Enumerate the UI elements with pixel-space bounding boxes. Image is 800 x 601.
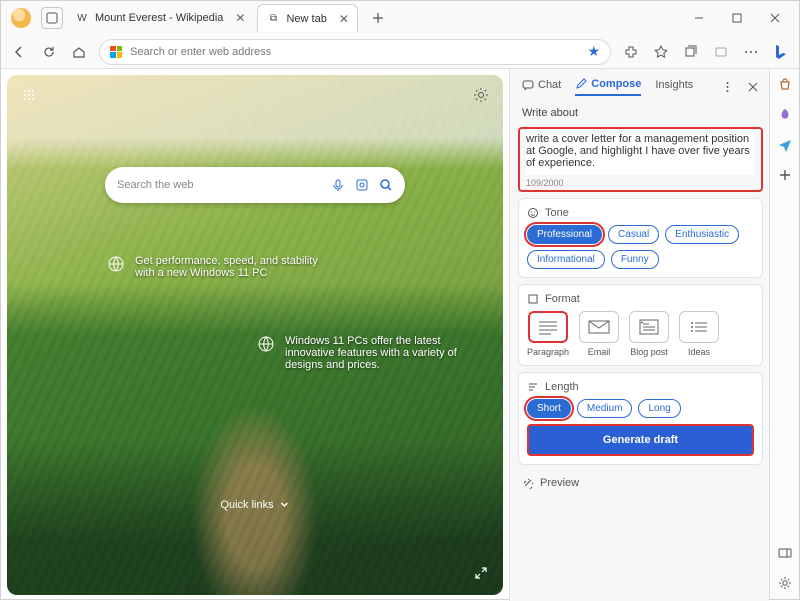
tab-wikipedia[interactable]: W Mount Everest - Wikipedia ✕ — [67, 4, 253, 32]
address-placeholder: Search or enter web address — [130, 46, 271, 58]
search-icon[interactable] — [379, 178, 393, 192]
format-blogpost[interactable]: Blog post — [629, 311, 669, 357]
close-icon[interactable]: ✕ — [235, 11, 245, 25]
format-blogpost-label: Blog post — [630, 347, 668, 357]
rail-settings-icon[interactable] — [777, 575, 793, 591]
tone-enthusiastic[interactable]: Enthusiastic — [665, 225, 739, 244]
length-panel: Length Short Medium Long Generate draft — [518, 372, 763, 465]
promo-card-2[interactable]: Windows 11 PCs offer the latest innovati… — [257, 335, 477, 371]
length-short[interactable]: Short — [527, 399, 571, 418]
screenshot-icon[interactable] — [711, 42, 731, 62]
tone-informational[interactable]: Informational — [527, 250, 605, 269]
promo-text: Get performance, speed, and stability wi… — [135, 255, 337, 279]
quick-links[interactable]: Quick links — [220, 499, 289, 511]
tab-chat[interactable]: Chat — [522, 79, 561, 95]
format-email-label: Email — [588, 347, 611, 357]
generate-draft-button[interactable]: Generate draft — [527, 424, 754, 456]
settings-gear-icon[interactable] — [471, 85, 491, 105]
tab-label: New tab — [286, 13, 326, 25]
write-about-input-wrap: 109/2000 — [518, 127, 763, 192]
write-about-label: Write about — [518, 105, 763, 121]
address-bar[interactable]: Search or enter web address ★ — [99, 39, 611, 65]
new-tab-button[interactable] — [368, 8, 388, 28]
format-label: Format — [545, 293, 580, 305]
close-window-button[interactable] — [761, 6, 789, 30]
profile-avatar[interactable] — [11, 8, 31, 28]
tone-label: Tone — [545, 207, 569, 219]
microsoft-icon — [110, 46, 122, 58]
tab-label: Mount Everest - Wikipedia — [95, 12, 223, 24]
format-paragraph[interactable]: Paragraph — [527, 311, 569, 357]
maximize-button[interactable] — [723, 6, 751, 30]
format-paragraph-label: Paragraph — [527, 347, 569, 357]
rail-panel-icon[interactable] — [777, 545, 793, 561]
tab-chat-label: Chat — [538, 79, 561, 91]
chevron-down-icon — [280, 500, 290, 510]
back-button[interactable] — [9, 42, 29, 62]
extensions-icon[interactable] — [621, 42, 641, 62]
length-medium[interactable]: Medium — [577, 399, 633, 418]
home-button[interactable] — [69, 42, 89, 62]
ntp-search-box[interactable]: Search the web — [105, 167, 405, 203]
globe-icon — [107, 255, 125, 273]
globe-icon — [257, 335, 275, 353]
tab-actions-button[interactable] — [41, 7, 63, 29]
sidebar-tabs: Chat Compose Insights — [518, 75, 763, 99]
newtab-favicon: ⧉ — [266, 12, 280, 26]
favorites-icon[interactable] — [651, 42, 671, 62]
vertical-app-rail — [769, 69, 799, 599]
format-panel: Format Paragraph Email Blog post Ideas — [518, 284, 763, 366]
format-email[interactable]: Email — [579, 311, 619, 357]
favorite-icon[interactable]: ★ — [587, 43, 600, 60]
new-tab-page: Search the web Get performance, speed, a… — [7, 75, 503, 595]
wikipedia-favicon: W — [75, 11, 89, 25]
search-placeholder: Search the web — [117, 179, 193, 191]
collections-icon[interactable] — [681, 42, 701, 62]
tab-insights-label: Insights — [655, 79, 693, 91]
format-ideas-label: Ideas — [688, 347, 710, 357]
preview-section[interactable]: Preview — [518, 471, 763, 489]
length-long[interactable]: Long — [638, 399, 680, 418]
title-bar: W Mount Everest - Wikipedia ✕ ⧉ New tab … — [1, 1, 799, 35]
tab-insights[interactable]: Insights — [655, 79, 693, 95]
bing-sidebar: Chat Compose Insights Write about 109/20… — [509, 69, 769, 601]
sidebar-more-icon[interactable] — [721, 77, 733, 97]
bing-sidebar-icon[interactable] — [771, 42, 791, 62]
rail-send-icon[interactable] — [777, 137, 793, 153]
voice-icon[interactable] — [331, 178, 345, 192]
close-icon[interactable]: ✕ — [339, 12, 349, 26]
tab-newtab[interactable]: ⧉ New tab ✕ — [257, 4, 357, 32]
tone-professional[interactable]: Professional — [527, 225, 602, 244]
tone-funny[interactable]: Funny — [611, 250, 659, 269]
rail-games-icon[interactable] — [777, 107, 793, 123]
promo-card-1[interactable]: Get performance, speed, and stability wi… — [107, 255, 337, 279]
refresh-button[interactable] — [39, 42, 59, 62]
tone-panel: Tone Professional Casual Enthusiastic In… — [518, 198, 763, 278]
rail-add-icon[interactable] — [777, 167, 793, 183]
format-ideas[interactable]: Ideas — [679, 311, 719, 357]
tone-casual[interactable]: Casual — [608, 225, 659, 244]
expand-icon[interactable] — [471, 563, 491, 583]
write-about-input[interactable] — [526, 133, 755, 175]
tab-compose[interactable]: Compose — [575, 78, 641, 96]
lens-icon[interactable] — [355, 178, 369, 192]
rail-shopping-icon[interactable] — [777, 77, 793, 93]
tab-compose-label: Compose — [591, 78, 641, 90]
minimize-button[interactable] — [685, 6, 713, 30]
sidebar-close-icon[interactable] — [747, 77, 759, 97]
quick-links-label: Quick links — [220, 499, 273, 511]
char-count: 109/2000 — [526, 178, 755, 188]
more-icon[interactable] — [741, 42, 761, 62]
apps-grid-icon[interactable] — [19, 85, 39, 105]
promo-text: Windows 11 PCs offer the latest innovati… — [285, 335, 477, 371]
length-label: Length — [545, 381, 579, 393]
toolbar: Search or enter web address ★ — [1, 35, 799, 69]
preview-label: Preview — [540, 477, 579, 489]
